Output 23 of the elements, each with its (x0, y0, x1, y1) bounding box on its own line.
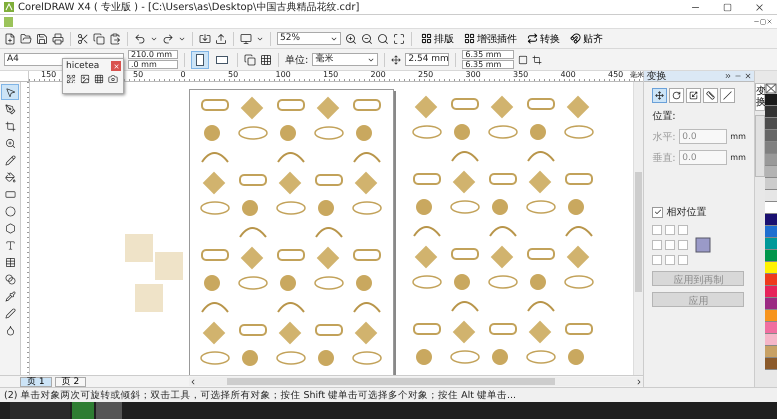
ruler-label: 400 (560, 70, 576, 79)
unit-label: mm (730, 153, 746, 162)
ruler-label: 450 (608, 70, 624, 79)
unit-label: 单位: (285, 54, 308, 66)
ruler-label: 250 (418, 70, 434, 79)
ruler-label: 50 (228, 70, 238, 79)
ruler-label: 50 (133, 70, 144, 79)
section-label: 位置: (652, 110, 677, 123)
unit-label: mm (730, 132, 746, 141)
docker-title: 变换 (646, 70, 666, 83)
ruler-label: 100 (276, 70, 291, 79)
window-title: CorelDRAW X4 ( 专业版 ) - [C:\Users\as\Desktop\中国古典精品花纹.cdr] (18, 0, 360, 14)
ruler-label: 300 (466, 70, 481, 79)
ruler-label: 0 (180, 70, 186, 79)
popup-title: hicetea (66, 61, 100, 71)
ruler-label: 150 (41, 70, 56, 79)
checkbox-label: 相对位置 (666, 206, 706, 219)
field-label: 水平: (652, 130, 676, 144)
ruler-label: 350 (513, 70, 528, 79)
status-text: (2) 单击对象两次可旋转或倾斜；双击工具，可选择所有对象；按住 Shift 键单击可选择多个对象；按住 Alt 键单击... (4, 388, 516, 402)
ruler-label: 150 (323, 70, 338, 79)
field-label: 垂直: (652, 152, 676, 164)
ruler-label: 200 (370, 70, 386, 79)
